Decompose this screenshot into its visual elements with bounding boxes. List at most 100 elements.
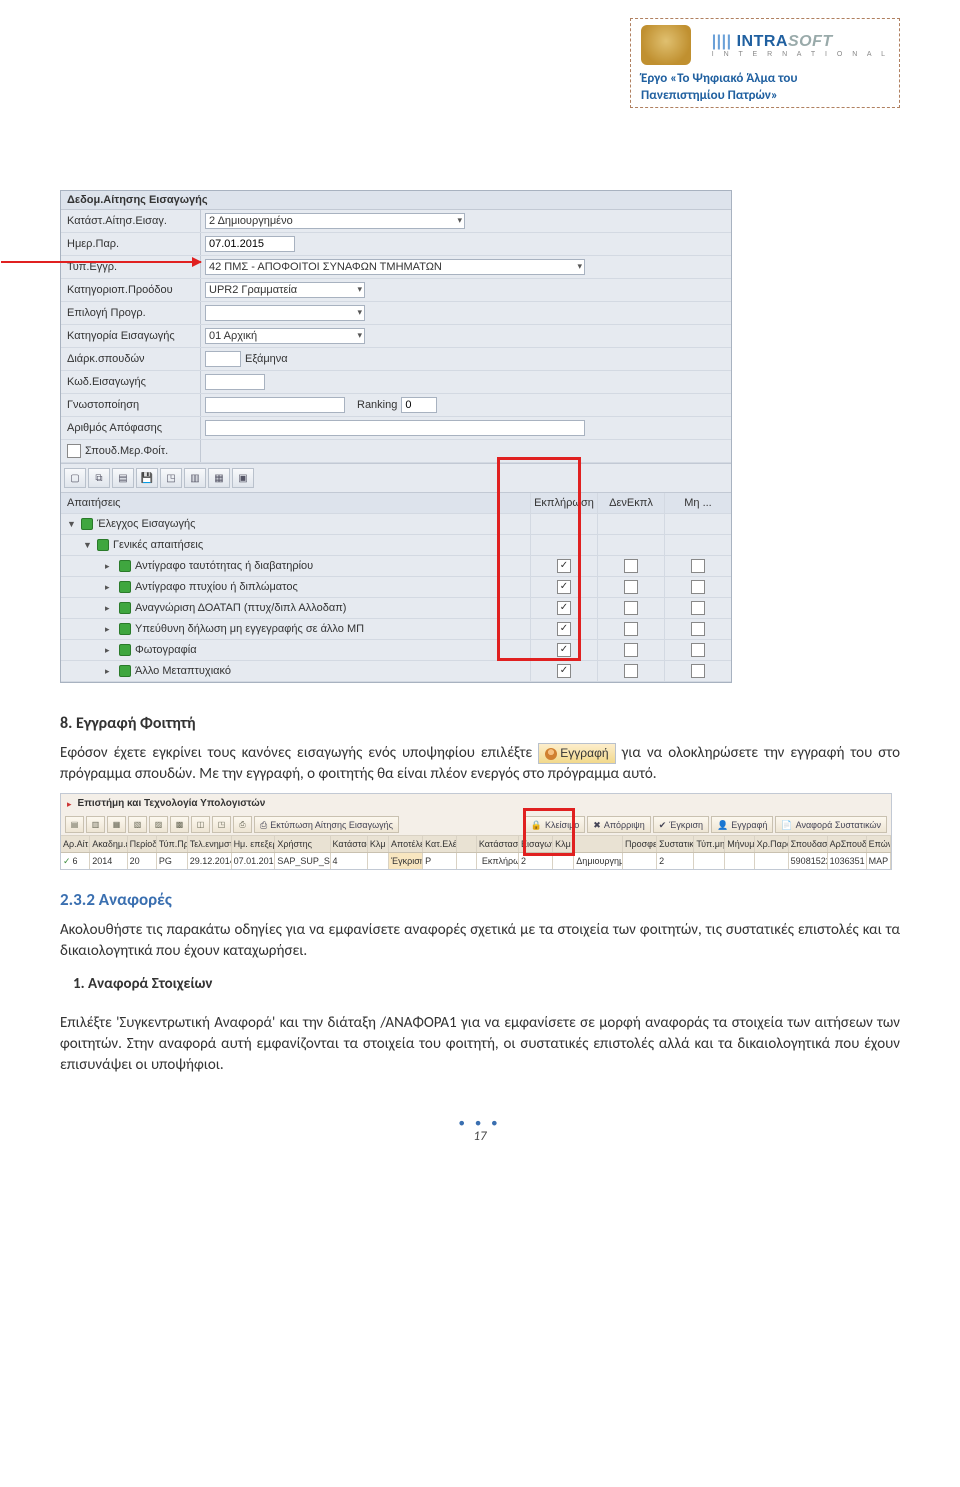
grid-cell [553, 853, 574, 869]
fulfilled-checkbox[interactable]: ✓ [557, 643, 571, 657]
tb-icon-3[interactable]: ▤ [112, 468, 134, 488]
grid-tb-1[interactable]: ▤ [65, 816, 84, 833]
req-item-label[interactable]: Αναγνώριση ΔΟΑΤΑΠ (πτυχ/διπλ Αλλοδαπ) [135, 602, 346, 614]
progress-cat-dropdown[interactable]: UPR2 Γραμματεία [205, 282, 365, 298]
grid-col-header[interactable]: Τελ.ενημστ [188, 836, 232, 852]
doctype-dropdown[interactable]: 42 ΠΜΣ - ΑΠΟΦΟΙΤΟΙ ΣΥΝΑΦΩΝ ΤΜΗΜΑΤΩΝ [205, 259, 585, 275]
grid-tb-9[interactable]: ⎙ [233, 816, 252, 833]
decision-num-input[interactable] [205, 420, 585, 436]
grid-col-header[interactable]: Κλμ [553, 836, 574, 852]
grid-register-link[interactable]: 👤 Εγγραφή [711, 816, 773, 833]
req-sub[interactable]: Γενικές απαιτήσεις [113, 539, 203, 551]
req-root[interactable]: Έλεγχος Εισαγωγής [97, 518, 195, 530]
duration-input[interactable] [205, 351, 241, 367]
req-item-label[interactable]: Υπεύθυνη δήλωση μη εγγεγραφής σε άλλο ΜΠ [135, 623, 364, 635]
grid-tb-5[interactable]: ▨ [149, 816, 168, 833]
grid-col-header[interactable]: Σπουδαστής [789, 836, 828, 852]
tb-icon-5[interactable]: ◳ [160, 468, 182, 488]
notfulfilled-checkbox[interactable] [624, 664, 638, 678]
na-checkbox[interactable] [691, 643, 705, 657]
decision-num-label: Αριθμός Απόφασης [61, 417, 201, 439]
fulfilled-checkbox[interactable]: ✓ [557, 580, 571, 594]
grid-reports-link[interactable]: 📄 Αναφορά Συστατικών [775, 816, 887, 833]
grid-print-link[interactable]: ⎙ Εκτύπωση Αίτησης Εισαγωγής [254, 816, 399, 833]
grid-col-header[interactable]: Επών [867, 836, 891, 852]
grid-tb-2[interactable]: ▥ [86, 816, 105, 833]
req-item-label[interactable]: Άλλο Μεταπτυχιακό [135, 665, 231, 677]
grid-col-header[interactable]: Χρ.Παραλ [755, 836, 789, 852]
na-checkbox[interactable] [691, 580, 705, 594]
close-tab-icon[interactable]: ▸ [67, 798, 72, 811]
status-dropdown[interactable]: 2 Δημιουργημένο [205, 213, 465, 229]
req-item-label[interactable]: Αντίγραφο ταυτότητας ή διαβατηρίου [135, 560, 313, 572]
grid-col-header[interactable]: Κατ.Ελέγ [423, 836, 457, 852]
grid-col-header[interactable]: Τύπ.μην. [694, 836, 725, 852]
req-col-notfulfilled: ΔενΕκπλ [597, 493, 664, 513]
notfulfilled-checkbox[interactable] [624, 559, 638, 573]
fulfilled-checkbox[interactable]: ✓ [557, 559, 571, 573]
notfulfilled-checkbox[interactable] [624, 622, 638, 636]
grid-col-header[interactable]: Ημ. επεξερ [232, 836, 276, 852]
notify-input[interactable] [205, 397, 345, 413]
status-square-icon [119, 644, 131, 656]
grid-col-header[interactable]: Προσφερ. [623, 836, 657, 852]
grid-tb-3[interactable]: ▦ [107, 816, 126, 833]
tb-icon-8[interactable]: ▣ [232, 468, 254, 488]
na-checkbox[interactable] [691, 559, 705, 573]
grid-col-header[interactable]: Τύπ.Προγ [157, 836, 188, 852]
grid-col-header[interactable]: ΑρΣπουδασ [828, 836, 867, 852]
admission-form-panel: Δεδομ.Αίτησης Εισαγωγής Κατάστ.Αίτησ.Εισ… [60, 190, 732, 683]
tb-icon-1[interactable]: ▢ [64, 468, 86, 488]
req-item-label[interactable]: Φωτογραφία [135, 644, 197, 656]
grid-col-header[interactable] [574, 836, 623, 852]
grid-col-header[interactable]: Κατάσταση [331, 836, 368, 852]
entry-code-input[interactable] [205, 374, 265, 390]
grid-col-header[interactable]: Περίοδ [128, 836, 157, 852]
grid-approve-link[interactable]: ✔ Έγκριση [653, 816, 709, 833]
tb-icon-6[interactable]: ▥ [184, 468, 206, 488]
parttime-label: Σπουδ.Μερ.Φοίτ. [61, 440, 201, 462]
grid-col-header[interactable]: Κλμ [368, 836, 389, 852]
fulfilled-checkbox[interactable]: ✓ [557, 664, 571, 678]
grid-cell: 2 [519, 853, 553, 869]
grid-col-header[interactable]: Συστατικές [657, 836, 694, 852]
grid-col-header[interactable]: Αποτέλεσ [389, 836, 423, 852]
grid-col-header[interactable]: Χρήστης [275, 836, 330, 852]
grid-col-header[interactable] [457, 836, 477, 852]
parttime-checkbox[interactable] [67, 444, 81, 458]
status-square-icon [119, 623, 131, 635]
grid-col-header[interactable]: Εισαγωγ. [519, 836, 553, 852]
entry-cat-dropdown[interactable]: 01 Αρχική [205, 328, 365, 344]
grid-col-header[interactable]: Ακαδημ.έτ. [90, 836, 127, 852]
notfulfilled-checkbox[interactable] [624, 643, 638, 657]
na-checkbox[interactable] [691, 664, 705, 678]
grid-col-header[interactable]: Κατάσταση [477, 836, 519, 852]
tb-icon-2[interactable]: ⧉ [88, 468, 110, 488]
grid-data-row[interactable]: ✓6201420PG29.12.201407.01.2015SAP_SUP_SL… [61, 853, 891, 869]
notfulfilled-checkbox[interactable] [624, 580, 638, 594]
grid-col-header[interactable]: Μήνυμα [725, 836, 754, 852]
ranking-input[interactable] [401, 397, 437, 413]
req-item-label[interactable]: Αντίγραφο πτυχίου ή διπλώματος [135, 581, 298, 593]
grid-tb-6[interactable]: ▩ [170, 816, 189, 833]
grid-tb-4[interactable]: ▧ [128, 816, 147, 833]
fulfilled-checkbox[interactable]: ✓ [557, 601, 571, 615]
register-button-inline[interactable]: Εγγραφή [538, 743, 615, 764]
grid-cell: ✓6 [61, 853, 90, 869]
na-checkbox[interactable] [691, 601, 705, 615]
na-checkbox[interactable] [691, 622, 705, 636]
grid-reject-link[interactable]: ✖ Απόρριψη [587, 816, 650, 833]
grid-tb-8[interactable]: ◳ [212, 816, 231, 833]
grid-cell [457, 853, 477, 869]
brand-logo: |||| INTRASOFT I N T E R N A T I O N A L [712, 33, 889, 58]
grid-col-header[interactable]: Αρ.Αίτ. [61, 836, 90, 852]
fulfilled-checkbox[interactable]: ✓ [557, 622, 571, 636]
grid-tb-7[interactable]: ◫ [191, 816, 210, 833]
grid-close-link[interactable]: 🔒 Κλείσιμο [525, 816, 585, 833]
tb-save-icon[interactable]: 💾 [136, 468, 158, 488]
grid-cell: 2014 [90, 853, 127, 869]
notfulfilled-checkbox[interactable] [624, 601, 638, 615]
tb-icon-7[interactable]: ▦ [208, 468, 230, 488]
date-input[interactable] [205, 236, 295, 252]
program-sel-dropdown[interactable] [205, 305, 365, 321]
